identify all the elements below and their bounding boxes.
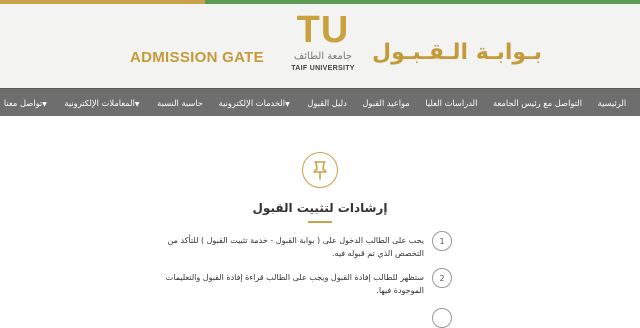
caret-down-icon: ▼ <box>42 101 47 108</box>
nav-label: مواعيد القبول <box>362 98 410 108</box>
step-text: يجب على الطالب الدخول على ( بوابة القبول… <box>167 236 424 258</box>
nav-item-contact-president[interactable]: التواصل مع رئيس الجامعة <box>485 98 590 108</box>
nav-item-home[interactable]: الرئيسية <box>590 98 634 108</box>
nav-item-contact-us[interactable]: تواصل معنا▼ <box>0 98 57 108</box>
nav-item-e-transactions[interactable]: المعاملات الإلكترونية▼ <box>57 98 150 108</box>
pushpin-icon <box>302 152 338 188</box>
step-number: 1 <box>432 231 452 251</box>
page-title: إرشادات لتثبيت القبول <box>252 201 388 215</box>
brand-english: ADMISSION GATE <box>130 49 264 66</box>
nav-label: الرئيسية <box>597 98 627 108</box>
logo-english-name: TAIF UNIVERSITY <box>291 65 355 72</box>
nav-label: التواصل مع رئيس الجامعة <box>492 98 583 108</box>
step-number <box>432 308 452 328</box>
nav-item-admission-guide[interactable]: دليل القبول <box>300 98 355 108</box>
nav-item-e-services[interactable]: الخدمات الإلكترونية▼ <box>211 98 300 108</box>
nav-label: الخدمات الإلكترونية <box>218 98 286 108</box>
nav-label: الدراسات العليا <box>425 98 478 108</box>
nav-item-admission-dates[interactable]: مواعيد القبول <box>355 98 418 108</box>
caret-down-icon: ▼ <box>285 101 290 108</box>
logo-arabic-name: جامعة الطائف <box>293 51 353 62</box>
brand-arabic: بـوابـة الـقـبـول <box>372 40 542 65</box>
step-number: 2 <box>432 268 452 288</box>
main-content: إرشادات لتثبيت القبول 1 يجب على الطالب ا… <box>0 116 640 328</box>
nav-item-graduate-studies[interactable]: الدراسات العليا <box>418 98 486 108</box>
nav-label: حاسبة النسبة <box>157 98 204 108</box>
nav-label: المعاملات الإلكترونية <box>64 98 135 108</box>
nav-item-percentage-calculator[interactable]: حاسبة النسبة <box>149 98 210 108</box>
nav-label: دليل القبول <box>307 98 347 108</box>
caret-down-icon: ▼ <box>134 101 140 108</box>
logo-mark: TU <box>296 9 350 51</box>
site-header: ADMISSION GATE TU جامعة الطائف TAIF UNIV… <box>0 4 640 88</box>
nav-label: تواصل معنا <box>3 98 43 108</box>
main-navbar: الرئيسية التواصل مع رئيس الجامعة الدراسا… <box>0 88 640 116</box>
step-text: ستظهر للطالب إفادة القبول ويجب على الطال… <box>165 273 424 295</box>
university-logo[interactable]: TU جامعة الطائف TAIF UNIVERSITY <box>288 10 358 86</box>
title-underline <box>308 221 332 223</box>
